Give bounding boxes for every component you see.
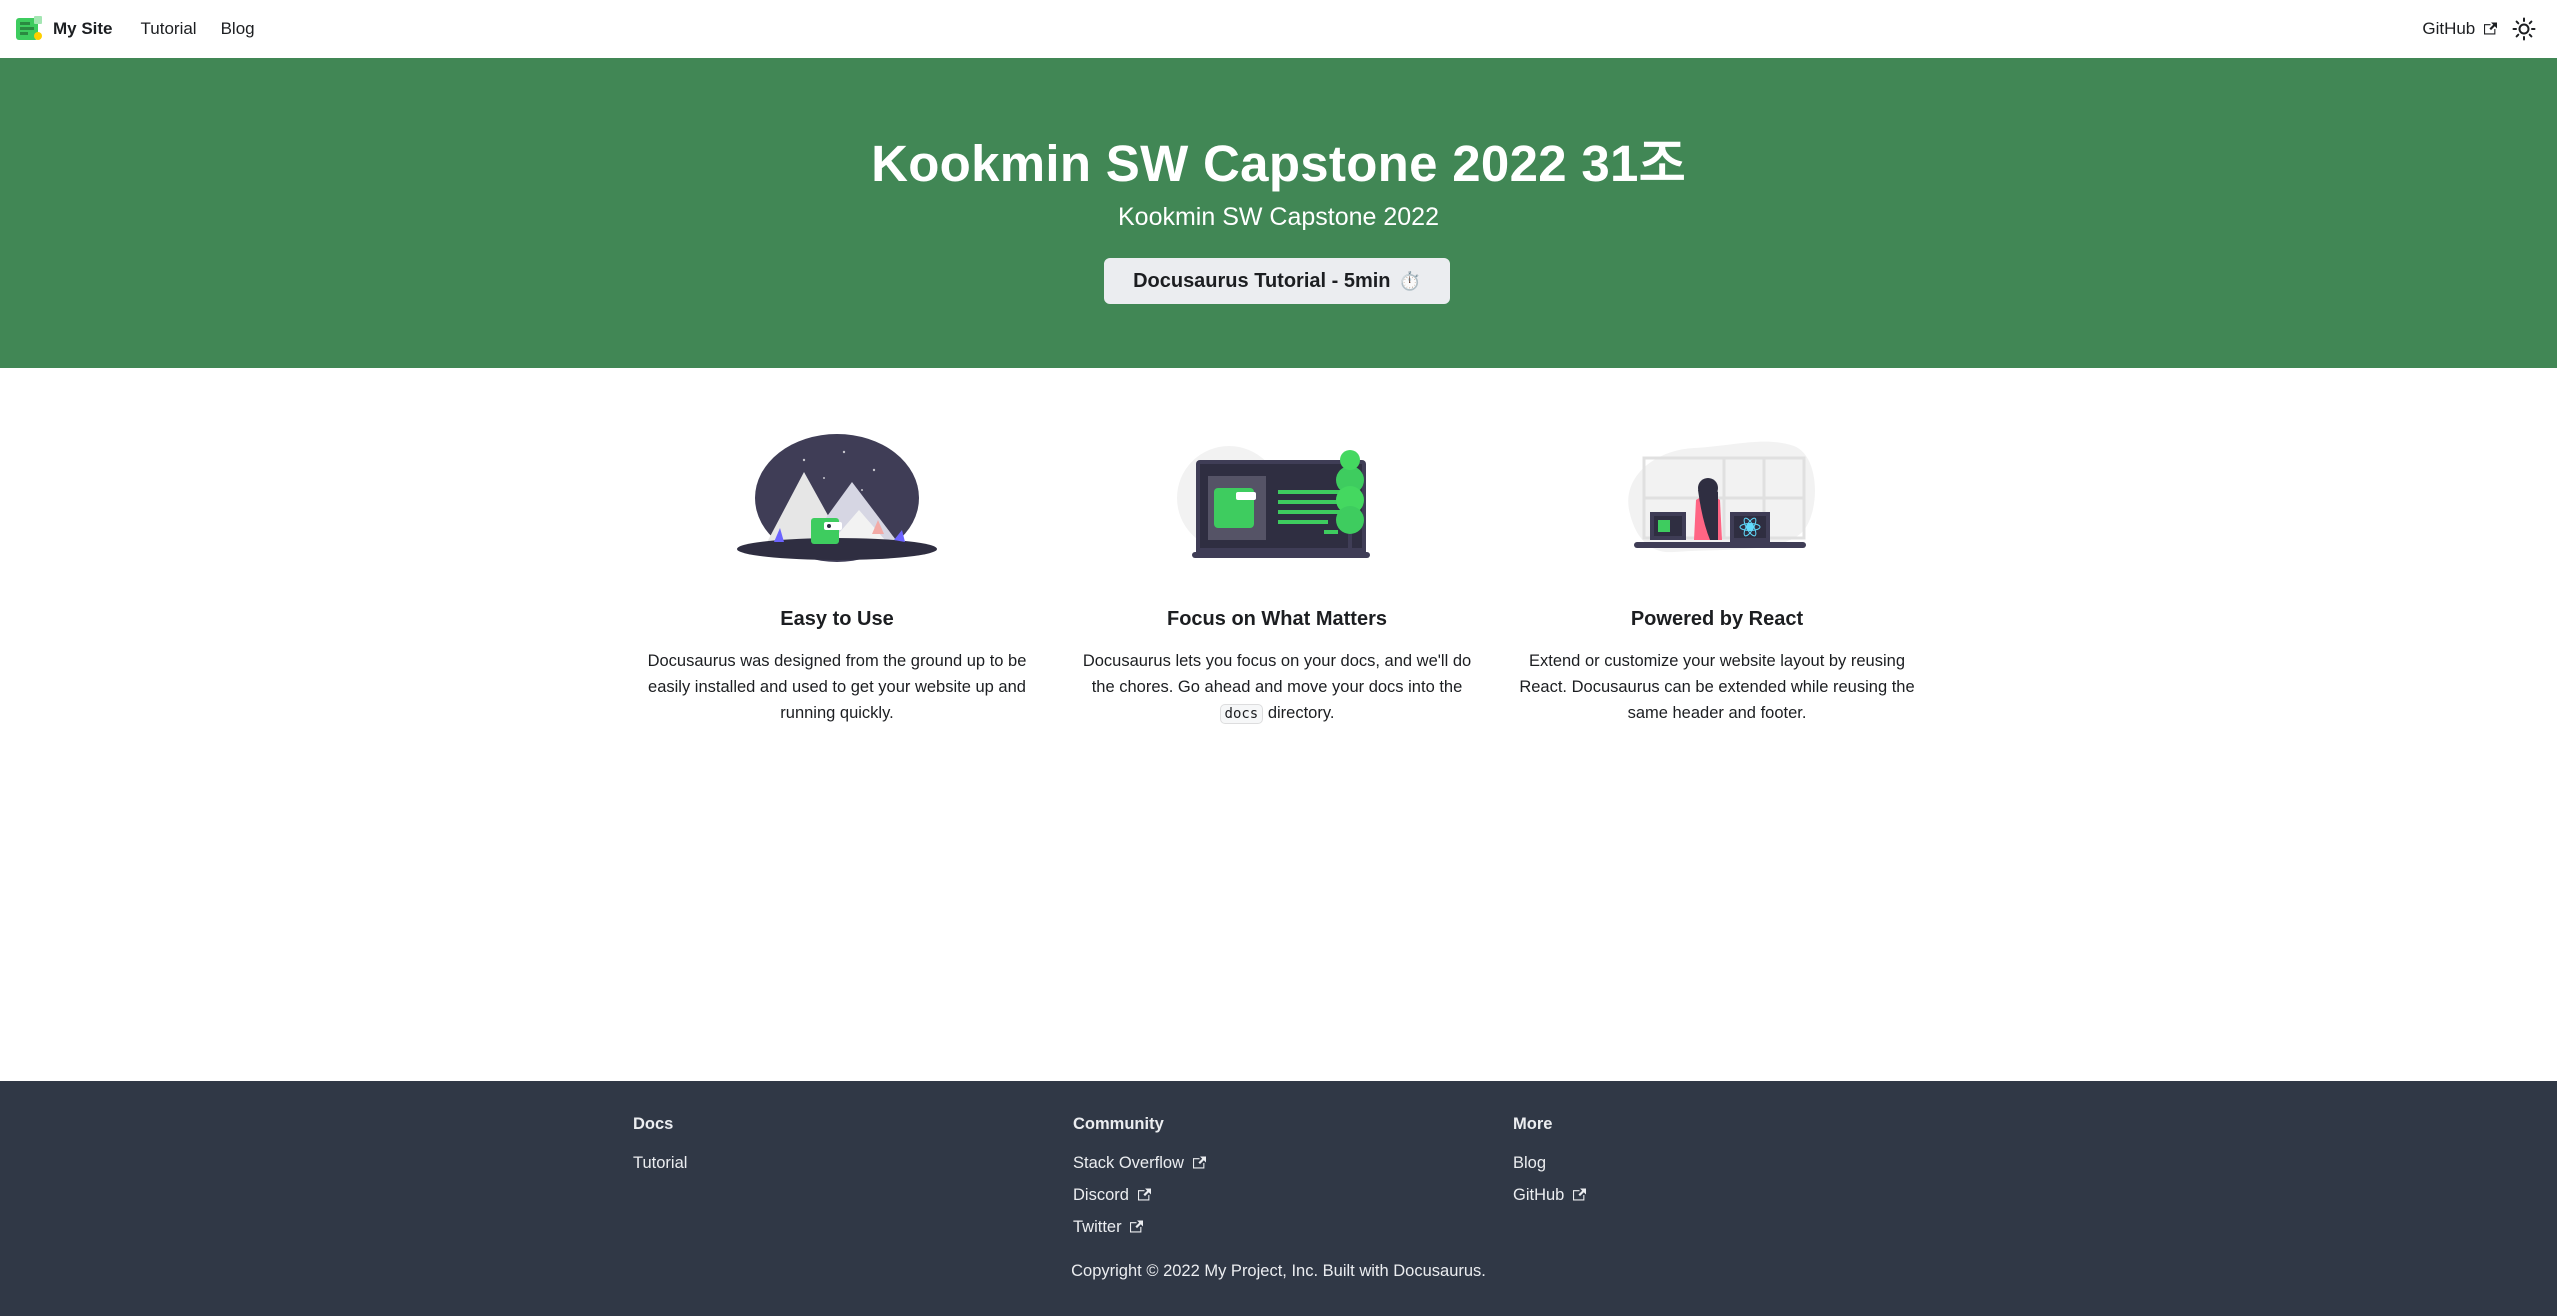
monitor-tree-illustration-icon (1177, 446, 1370, 558)
mountains-illustration-icon (737, 434, 937, 562)
brand-link[interactable]: My Site (14, 14, 113, 44)
footer-column-title: Community (1073, 1115, 1164, 1133)
footer-link-label: GitHub (1513, 1186, 1565, 1204)
external-link-icon (2484, 22, 2497, 35)
footer-column-community: Community Stack Overflow Discord Twitter (1073, 1115, 1206, 1248)
external-link-icon (1572, 1188, 1586, 1201)
tutorial-button[interactable]: Docusaurus Tutorial - 5min ⏱️ (1104, 258, 1450, 304)
hero-subtitle: Kookmin SW Capstone 2022 (1117, 203, 1439, 231)
hero-title: Kookmin SW Capstone 2022 31조 (871, 135, 1686, 192)
docusaurus-logo-icon (16, 16, 42, 40)
feature-title: Focus on What Matters (1166, 608, 1387, 630)
navbar: My Site Tutorial Blog GitHub (0, 0, 2557, 58)
external-link-icon (1192, 1156, 1206, 1169)
stopwatch-icon: ⏱️ (1398, 270, 1421, 291)
feature-title: Powered by React (1630, 608, 1804, 630)
external-link-icon (1137, 1188, 1151, 1201)
feature-description-text: Docusaurus lets you focus on your docs, … (1082, 652, 1472, 696)
brand-title: My Site (53, 19, 113, 38)
footer: Docs Tutorial Community Stack Overflow D… (0, 1081, 2557, 1316)
footer-link-twitter[interactable]: Twitter (1073, 1216, 1206, 1238)
tutorial-button-label: Docusaurus Tutorial - 5min (1133, 269, 1391, 292)
docs-code: docs (1219, 704, 1264, 724)
footer-link-label: Discord (1073, 1186, 1129, 1204)
sun-icon (2512, 17, 2536, 41)
footer-copyright: Copyright © 2022 My Project, Inc. Built … (1071, 1262, 1486, 1280)
footer-link-tutorial[interactable]: Tutorial (633, 1152, 687, 1174)
feature-description-text-end: directory. (1267, 704, 1335, 722)
footer-link-discord[interactable]: Discord (1073, 1184, 1206, 1206)
feature-description: Docusaurus lets you focus on your docs, … (1077, 648, 1477, 727)
feature-focus-on-what-matters: Focus on What Matters Docusaurus lets yo… (1057, 430, 1497, 724)
footer-link-label: Stack Overflow (1073, 1154, 1184, 1172)
footer-column-title: More (1513, 1115, 1553, 1133)
feature-title: Easy to Use (780, 608, 894, 630)
theme-toggle-button[interactable] (2507, 12, 2541, 46)
person-computer-illustration-icon (1628, 441, 1815, 553)
nav-link-blog[interactable]: Blog (221, 19, 255, 39)
footer-link-label: Twitter (1073, 1218, 1122, 1236)
nav-link-tutorial[interactable]: Tutorial (141, 19, 197, 39)
navbar-right: GitHub (2422, 12, 2541, 46)
footer-link-blog[interactable]: Blog (1513, 1152, 1586, 1174)
hero-banner: Kookmin SW Capstone 2022 31조 Kookmin SW … (0, 58, 2557, 368)
github-label: GitHub (2422, 19, 2476, 38)
footer-link-stack-overflow[interactable]: Stack Overflow (1073, 1152, 1206, 1174)
feature-description: Docusaurus was designed from the ground … (647, 652, 1027, 722)
feature-easy-to-use: Easy to Use Docusaurus was designed from… (617, 430, 1057, 722)
footer-link-github[interactable]: GitHub (1513, 1184, 1586, 1206)
footer-column-more: More Blog GitHub (1513, 1115, 1586, 1216)
nav-link-github[interactable]: GitHub (2422, 19, 2497, 39)
footer-column-title: Docs (633, 1115, 674, 1133)
feature-powered-by-react: Powered by React Extend or customize you… (1497, 430, 1937, 722)
footer-column-docs: Docs Tutorial (633, 1115, 687, 1184)
external-link-icon (1130, 1220, 1144, 1233)
feature-description: Extend or customize your website layout … (1519, 652, 1915, 722)
